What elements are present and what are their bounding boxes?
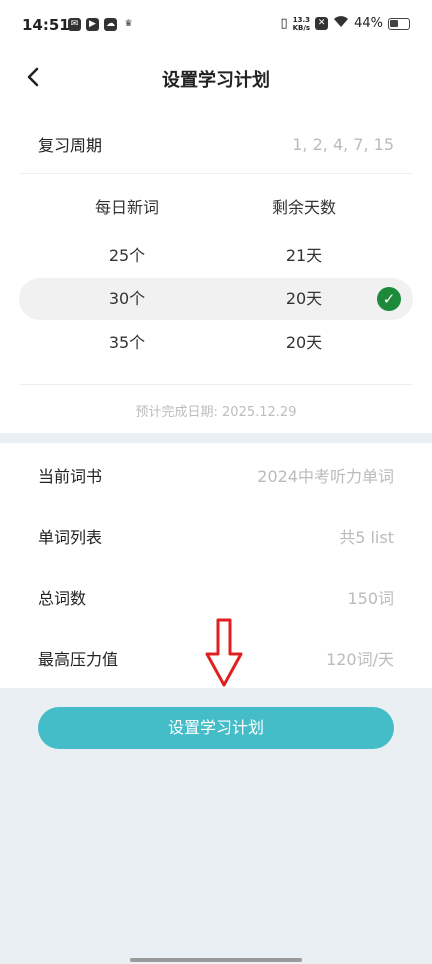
set-study-plan-button[interactable]: 设置学习计划	[38, 707, 394, 749]
home-indicator	[130, 958, 302, 962]
down-arrow-icon	[205, 618, 243, 687]
daily-words-value: 25个	[108, 246, 146, 265]
battery-icon	[388, 17, 410, 30]
info-label: 总词数	[38, 589, 87, 608]
vibrate-icon: ▯	[280, 16, 288, 31]
cloud-icon: ☁	[104, 18, 117, 31]
plan-option[interactable]: 25个 21天	[19, 235, 413, 277]
page-title: 设置学习计划	[162, 70, 270, 91]
check-circle-icon: ✓	[377, 287, 401, 311]
remaining-days-value: 20天	[285, 289, 323, 308]
review-cycle-row: 复习周期 1, 2, 4, 7, 15	[38, 132, 394, 156]
plan-option-selected[interactable]: 30个 20天 ✓	[19, 278, 413, 320]
mail-icon: ✉	[68, 18, 81, 31]
play-icon: ▶	[86, 18, 99, 31]
daily-new-words-header: 每日新词	[94, 198, 159, 217]
divider	[19, 173, 413, 174]
total-words-row: 总词数 150词	[38, 585, 394, 609]
net-speed: 13.3 KB/s	[292, 15, 311, 32]
current-book-row[interactable]: 当前词书 2024中考听力单词	[38, 463, 394, 487]
info-value: 120词/天	[326, 650, 394, 669]
remaining-days-header: 剩余天数	[271, 198, 336, 217]
info-label: 当前词书	[38, 467, 103, 486]
status-bar: 14:51 ✉ ▶ ☁ ♛ ▯ 13.3 KB/s ✕ 44%	[0, 0, 432, 52]
divider	[19, 384, 413, 385]
remaining-days-value: 21天	[285, 246, 323, 265]
remaining-days-value: 20天	[285, 333, 323, 352]
info-value: 共5 list	[339, 528, 394, 547]
system-icons: ▯ 13.3 KB/s ✕ 44%	[280, 15, 410, 32]
review-cycle-value: 1, 2, 4, 7, 15	[292, 134, 394, 154]
status-time: 14:51	[22, 16, 70, 34]
info-label: 单词列表	[38, 528, 103, 547]
wifi-icon	[333, 15, 349, 32]
review-cycle-label: 复习周期	[38, 136, 103, 155]
info-value: 2024中考听力单词	[257, 467, 394, 486]
info-value: 150词	[347, 589, 394, 608]
crown-icon: ♛	[124, 19, 133, 29]
daily-words-value: 30个	[108, 289, 146, 308]
plan-options-section: 设置学习计划 复习周期 1, 2, 4, 7, 15 每日新词 剩余天数 25个…	[0, 52, 432, 433]
info-label: 最高压力值	[38, 650, 119, 669]
word-list-row[interactable]: 单词列表 共5 list	[38, 524, 394, 548]
plan-option[interactable]: 35个 20天	[19, 322, 413, 364]
notification-icons: ✉ ▶ ☁ ♛	[68, 18, 135, 31]
close-square-icon: ✕	[315, 17, 329, 30]
daily-words-value: 35个	[108, 333, 146, 352]
battery-text: 44%	[354, 16, 383, 31]
estimated-finish-date: 预计完成日期: 2025.12.29	[135, 405, 297, 420]
